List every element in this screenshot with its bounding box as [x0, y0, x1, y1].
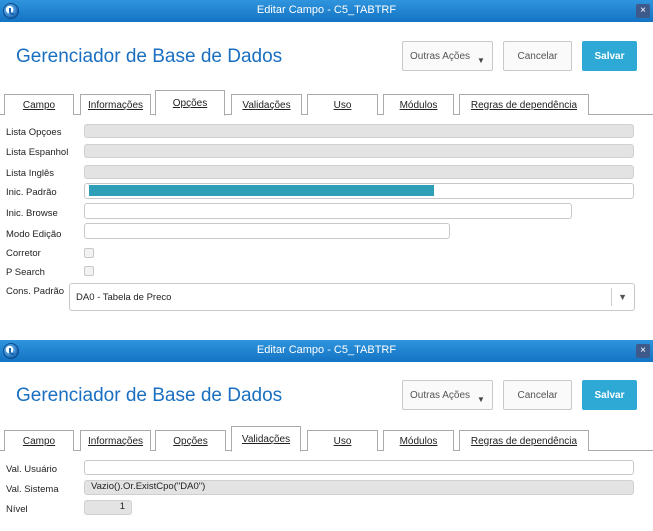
val-usuario-label: Val. Usuário [6, 464, 58, 475]
corretor-checkbox[interactable] [84, 248, 94, 258]
editar-campo-window-validacoes: Editar Campo - C5_TABTRF × Gerenciador d… [0, 340, 653, 531]
lista-opcoes-field[interactable] [84, 124, 634, 138]
inic-browse-field[interactable] [84, 203, 572, 219]
window-title: Editar Campo - C5_TABTRF [256, 344, 397, 356]
tab-modulos[interactable]: Módulos [383, 94, 454, 115]
val-sistema-label: Val. Sistema [6, 484, 59, 495]
title-bar: Editar Campo - C5_TABTRF × [0, 0, 653, 22]
lista-ingles-label: Lista Inglês [6, 168, 55, 179]
cons-padrao-select[interactable]: DA0 - Tabela de Preco ▼ [69, 283, 635, 311]
caret-down-icon: ▼ [477, 55, 485, 65]
tab-regras-de-dependencia[interactable]: Regras de dependência [459, 430, 589, 451]
tab-modulos[interactable]: Módulos [383, 430, 454, 451]
other-actions-button[interactable]: Outras Ações ▼ [402, 41, 493, 71]
tab-validacoes[interactable]: Validações [231, 426, 301, 452]
other-actions-label: Outras Ações [410, 389, 471, 401]
tab-opcoes[interactable]: Opções [155, 430, 226, 451]
tab-campo[interactable]: Campo [4, 430, 74, 451]
tab-campo[interactable]: Campo [4, 94, 74, 115]
lista-opcoes-label: Lista Opçoes [6, 127, 62, 138]
lista-espanhol-field[interactable] [84, 144, 634, 158]
other-actions-button[interactable]: Outras Ações ▼ [402, 380, 493, 410]
val-usuario-field[interactable] [84, 460, 634, 475]
modo-edicao-label: Modo Edição [6, 229, 62, 240]
nivel-field[interactable]: 1 [84, 500, 132, 515]
inic-browse-label: Inic. Browse [6, 208, 58, 219]
tab-informacoes[interactable]: Informações [80, 430, 151, 451]
page-title: Gerenciador de Base de Dados [16, 385, 283, 406]
title-bar: Editar Campo - C5_TABTRF × [0, 340, 653, 362]
other-actions-label: Outras Ações [410, 50, 471, 62]
window-title: Editar Campo - C5_TABTRF [256, 4, 397, 16]
lista-ingles-field[interactable] [84, 165, 634, 179]
page-title: Gerenciador de Base de Dados [16, 46, 283, 67]
text-selection-highlight [89, 185, 434, 196]
tab-validacoes[interactable]: Validações [231, 94, 302, 115]
save-button[interactable]: Salvar [582, 380, 637, 410]
p-search-label: P Search [6, 267, 45, 278]
tab-bar: Campo Informações Opções Validações Uso … [0, 90, 653, 116]
cancel-button[interactable]: Cancelar [503, 380, 572, 410]
save-button[interactable]: Salvar [582, 41, 637, 71]
close-icon[interactable]: × [636, 4, 650, 18]
corretor-label: Corretor [6, 248, 41, 259]
editar-campo-window-opcoes: Editar Campo - C5_TABTRF × Gerenciador d… [0, 0, 653, 318]
cancel-button[interactable]: Cancelar [503, 41, 572, 71]
cons-padrao-value: DA0 - Tabela de Preco [76, 292, 172, 303]
val-sistema-field[interactable]: Vazio().Or.ExistCpo("DA0") [84, 480, 634, 495]
close-icon[interactable]: × [636, 344, 650, 358]
inic-padrao-label: Inic. Padrão [6, 187, 57, 198]
modo-edicao-field[interactable] [84, 223, 450, 239]
tab-informacoes[interactable]: Informações [80, 94, 151, 115]
p-search-checkbox[interactable] [84, 266, 94, 276]
caret-down-icon: ▼ [477, 394, 485, 404]
inic-padrao-field[interactable] [84, 183, 634, 199]
tab-bar: Campo Informações Opções Validações Uso … [0, 426, 653, 452]
lista-espanhol-label: Lista Espanhol [6, 147, 69, 158]
tab-uso[interactable]: Uso [307, 430, 378, 451]
tab-uso[interactable]: Uso [307, 94, 378, 115]
tab-regras-de-dependencia[interactable]: Regras de dependência [459, 94, 589, 115]
cons-padrao-label: Cons. Padrão [6, 286, 65, 297]
chevron-down-icon: ▼ [618, 292, 627, 302]
nivel-label: Nível [6, 504, 28, 515]
tab-opcoes[interactable]: Opções [155, 90, 225, 116]
